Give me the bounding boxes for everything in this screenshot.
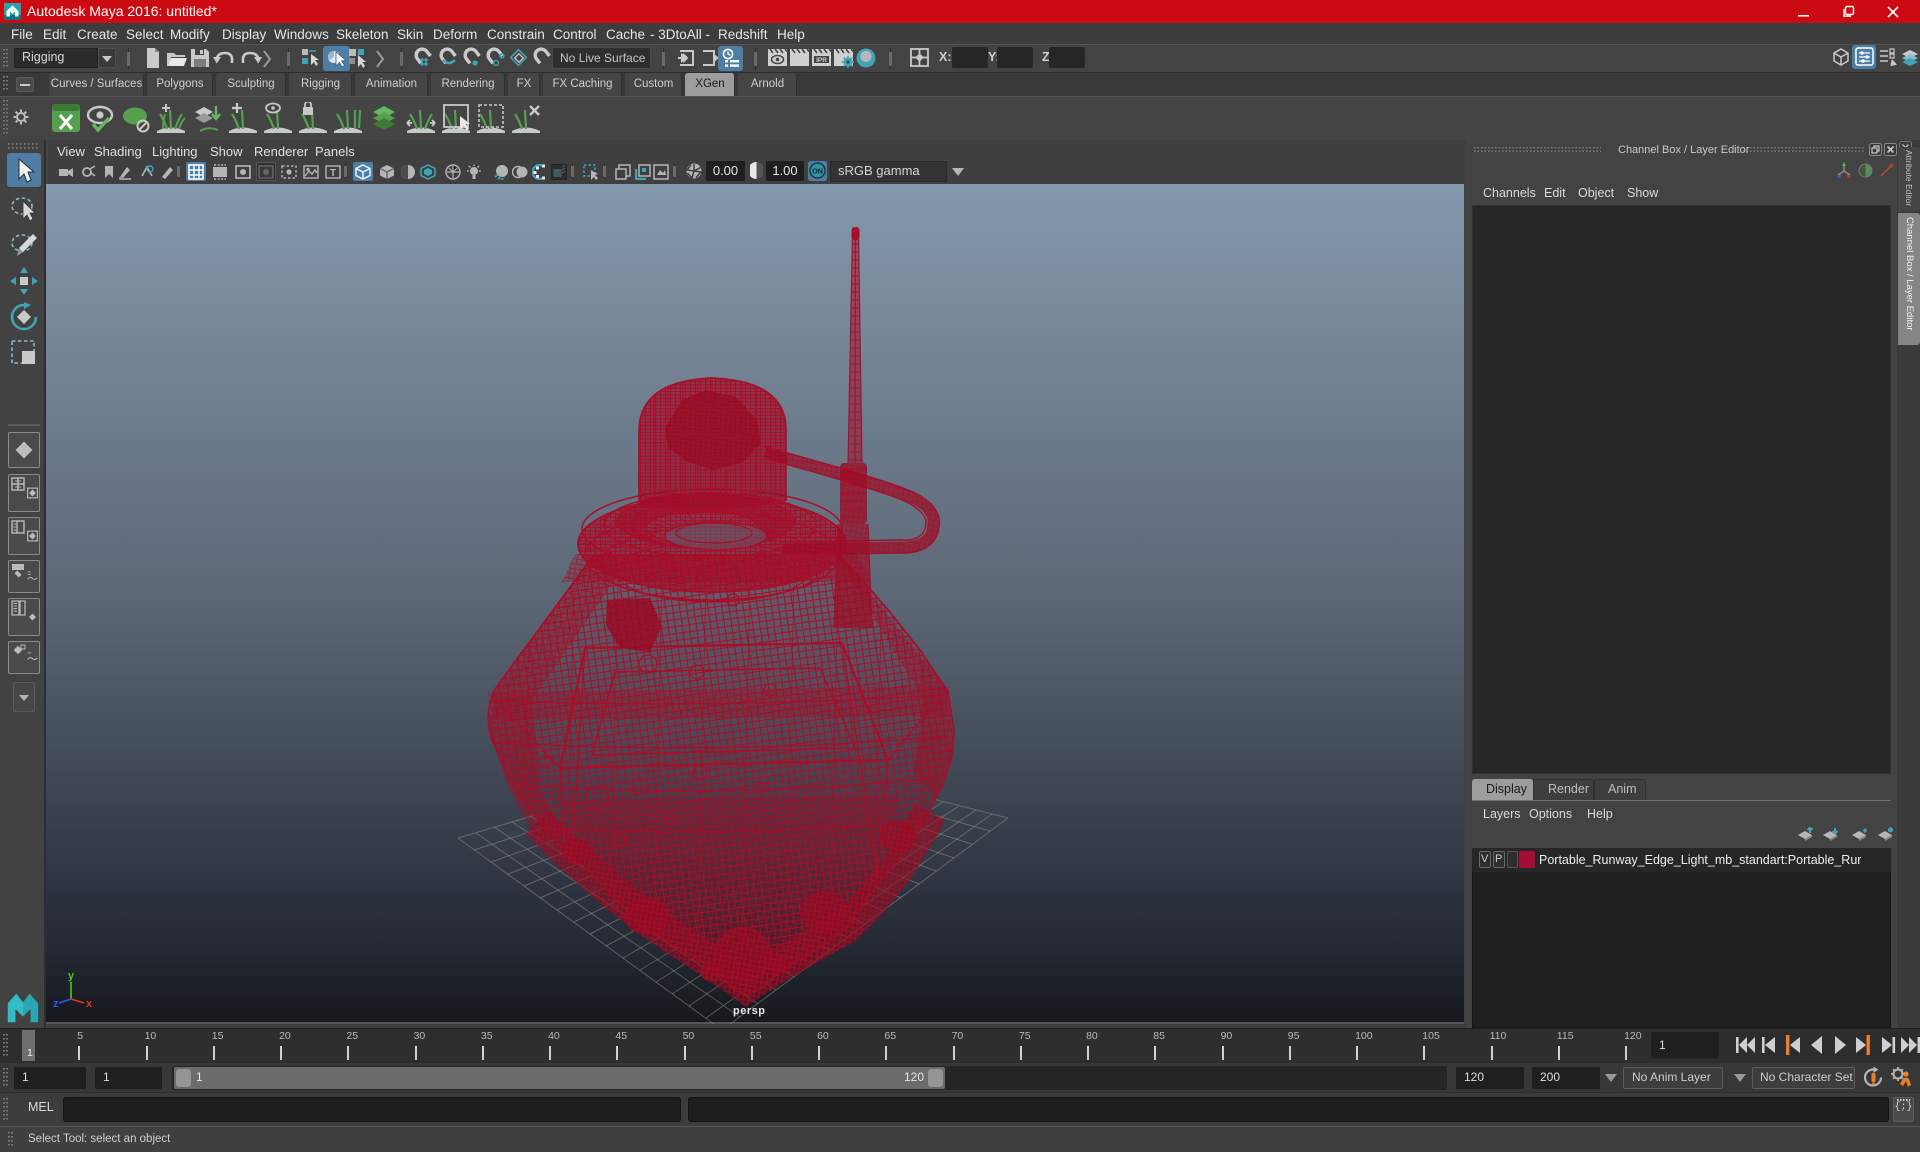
svg-text:x: x [86, 998, 93, 1010]
svg-text:y: y [68, 970, 75, 982]
svg-text:ON: ON [812, 169, 823, 176]
svg-text:IPR: IPR [816, 57, 827, 64]
svg-text:z: z [53, 998, 59, 1010]
svg-text:T: T [330, 168, 336, 179]
